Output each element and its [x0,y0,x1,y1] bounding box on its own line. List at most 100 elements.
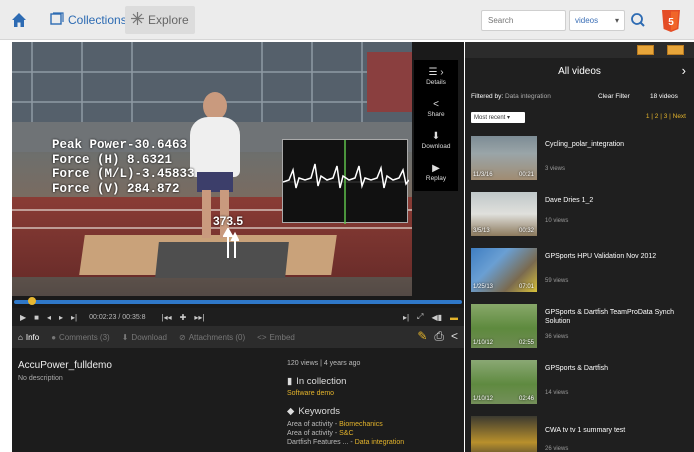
progress-handle[interactable] [27,297,36,305]
replay-label: Replay [425,175,447,182]
video-info-panel: AccuPower_fulldemo No description 120 vi… [12,348,464,452]
shield-icon: ▮ [287,376,293,387]
video-views: 120 views | 4 years ago [287,360,361,367]
list-item[interactable]: 1/25/13 07:01 GPSports HPU Validation No… [471,248,691,298]
scissors-icon[interactable]: ▸| [403,313,409,322]
video-thumbnail[interactable]: 1/10/12 02:55 [471,304,537,348]
tab-download-label: Download [131,332,167,342]
app-root: Collections Explore videos ▾ 5 [0,0,694,452]
keyword-link[interactable]: Data integration [355,439,404,446]
keyword-key: Area of activity - [287,421,340,428]
step-forward-button[interactable]: ▸ [59,313,63,322]
force-stats-overlay: Peak Power-30.6463 Force (H) 8.6321 Forc… [52,138,195,196]
search-scope-select[interactable]: videos ▾ [569,10,625,31]
video-views: 59 views [545,278,569,284]
list-item[interactable]: 11/3/16 00:21 Cycling_polar_integration … [471,136,691,186]
video-title-link[interactable]: GPSports & Dartfish [545,364,685,373]
player-controls: ▶ ■ ◂ ▸ ▸| 00:02:23 / 00:35:8 |◂◂ ✚ ▸▸| … [12,308,464,326]
chevron-down-icon: ▾ [614,16,619,25]
athlete-leg [202,190,211,238]
video-thumbnail[interactable]: 1/10/12 02:46 [471,360,537,404]
video-views: 36 views [545,334,569,340]
share-label: Share [427,111,445,118]
athlete-shorts [197,172,233,192]
progress-bar[interactable] [12,296,464,308]
paperclip-icon: ⊘ [179,332,186,342]
video-title-link[interactable]: CWA tv tv 1 summary test [545,426,685,435]
force-waveform [282,140,410,224]
in-collection-label: In collection [296,376,347,387]
tag-icon: ◆ [287,406,295,417]
search-input[interactable] [481,10,566,31]
sort-select[interactable]: Most recent ▾ [471,112,525,123]
list-item[interactable]: 1/10/12 02:46 GPSports & Dartfish 14 vie… [471,360,691,410]
frame-forward-button[interactable]: ▸| [71,313,77,322]
nav-tab-explore[interactable]: Explore [125,6,195,34]
print-icon[interactable]: ⎙ [434,329,444,344]
video-thumbnail[interactable]: 3/5/13 00:32 [471,192,537,236]
force-plate [155,242,289,278]
list-view-button[interactable] [667,45,684,55]
stop-button[interactable]: ■ [34,313,39,322]
search-scope-value: videos [575,16,599,25]
video-description: No description [18,375,63,382]
tab-attachments[interactable]: ⊘ Attachments (0) [179,333,245,342]
sidebar-title: All videos [558,65,601,77]
keyword-link[interactable]: Biomechanics [339,421,383,428]
list-item[interactable]: CWA tv tv 1 summary test 26 views [471,416,691,452]
play-icon: ▶ [432,163,440,174]
video-thumbnail[interactable]: 11/3/16 00:21 [471,136,537,180]
video-title: AccuPower_fulldemo [18,360,112,371]
tab-info[interactable]: ⌂ Info [18,333,39,342]
thumbnail-date: 3/5/13 [473,228,490,234]
fast-forward-button[interactable]: ▸▸| [194,313,204,322]
details-button[interactable]: ☰ › Details [414,60,458,95]
progress-track[interactable] [14,300,462,304]
tab-comments-label: Comments (3) [59,332,110,342]
tab-embed[interactable]: <> Embed [257,333,295,342]
download-button[interactable]: ⬇ Download [414,124,458,159]
home-icon[interactable] [10,11,28,29]
nav-tab-collections[interactable]: Collections [44,6,133,34]
sidebar-toolbar [465,42,694,58]
grid-view-button[interactable] [637,45,654,55]
details-label: Details [426,79,446,86]
volume-icon[interactable]: ◀▮ [431,313,442,322]
clear-filter-link[interactable]: Clear Filter [598,93,630,100]
athlete-head [203,92,227,120]
tab-attachments-label: Attachments (0) [188,332,246,342]
tab-download[interactable]: ⬇ Download [122,333,167,342]
list-item[interactable]: 3/5/13 00:32 Dave Dries 1_2 10 views [471,192,691,242]
tab-comments[interactable]: ● Comments (3) [51,333,110,342]
add-marker-button[interactable]: ✚ [180,313,187,322]
share-button[interactable]: < Share [414,92,458,127]
detail-tabs: ⌂ Info ● Comments (3) ⬇ Download ⊘ Attac… [12,326,464,348]
play-button[interactable]: ▶ [20,313,26,322]
keyword-link[interactable]: S&C [339,430,353,437]
edit-icon[interactable]: ✎ [417,329,427,344]
replay-button[interactable]: ▶ Replay [414,156,458,191]
search-icon[interactable] [628,10,648,31]
details-icon: ☰ › [428,67,444,78]
filter-value: Data integration [504,93,551,100]
video-thumbnail[interactable]: 1/25/13 07:01 [471,248,537,292]
collection-link[interactable]: Software demo [287,390,334,397]
fullscreen-icon[interactable]: ⤢ [417,312,423,322]
video-title-link[interactable]: GPSports HPU Validation Nov 2012 [545,252,685,261]
pagination[interactable]: 1 | 2 | 3 | Next [646,113,686,120]
video-frame[interactable]: Peak Power-30.6463 Force (H) 8.6321 Forc… [12,42,412,296]
chevron-right-icon[interactable]: › [682,63,686,78]
video-title-link[interactable]: GPSports & Dartfish TeamProData Synch So… [545,308,685,326]
video-thumbnail[interactable] [471,416,537,452]
quality-badge[interactable]: ▬ [450,313,458,322]
nav-tab-explore-label: Explore [148,13,189,27]
video-title-link[interactable]: Cycling_polar_integration [545,140,685,149]
share-icon[interactable]: < [451,329,458,344]
stat-force-h: Force (H) 8.6321 [52,152,173,167]
thumbnail-duration: 02:46 [518,396,534,402]
step-back-button[interactable]: ◂ [47,313,51,322]
slow-button[interactable]: |◂◂ [162,313,172,322]
stat-force-v: Force (V) 284.872 [52,181,180,196]
video-title-link[interactable]: Dave Dries 1_2 [545,196,685,205]
list-item[interactable]: 1/10/12 02:55 GPSports & Dartfish TeamPr… [471,304,691,354]
